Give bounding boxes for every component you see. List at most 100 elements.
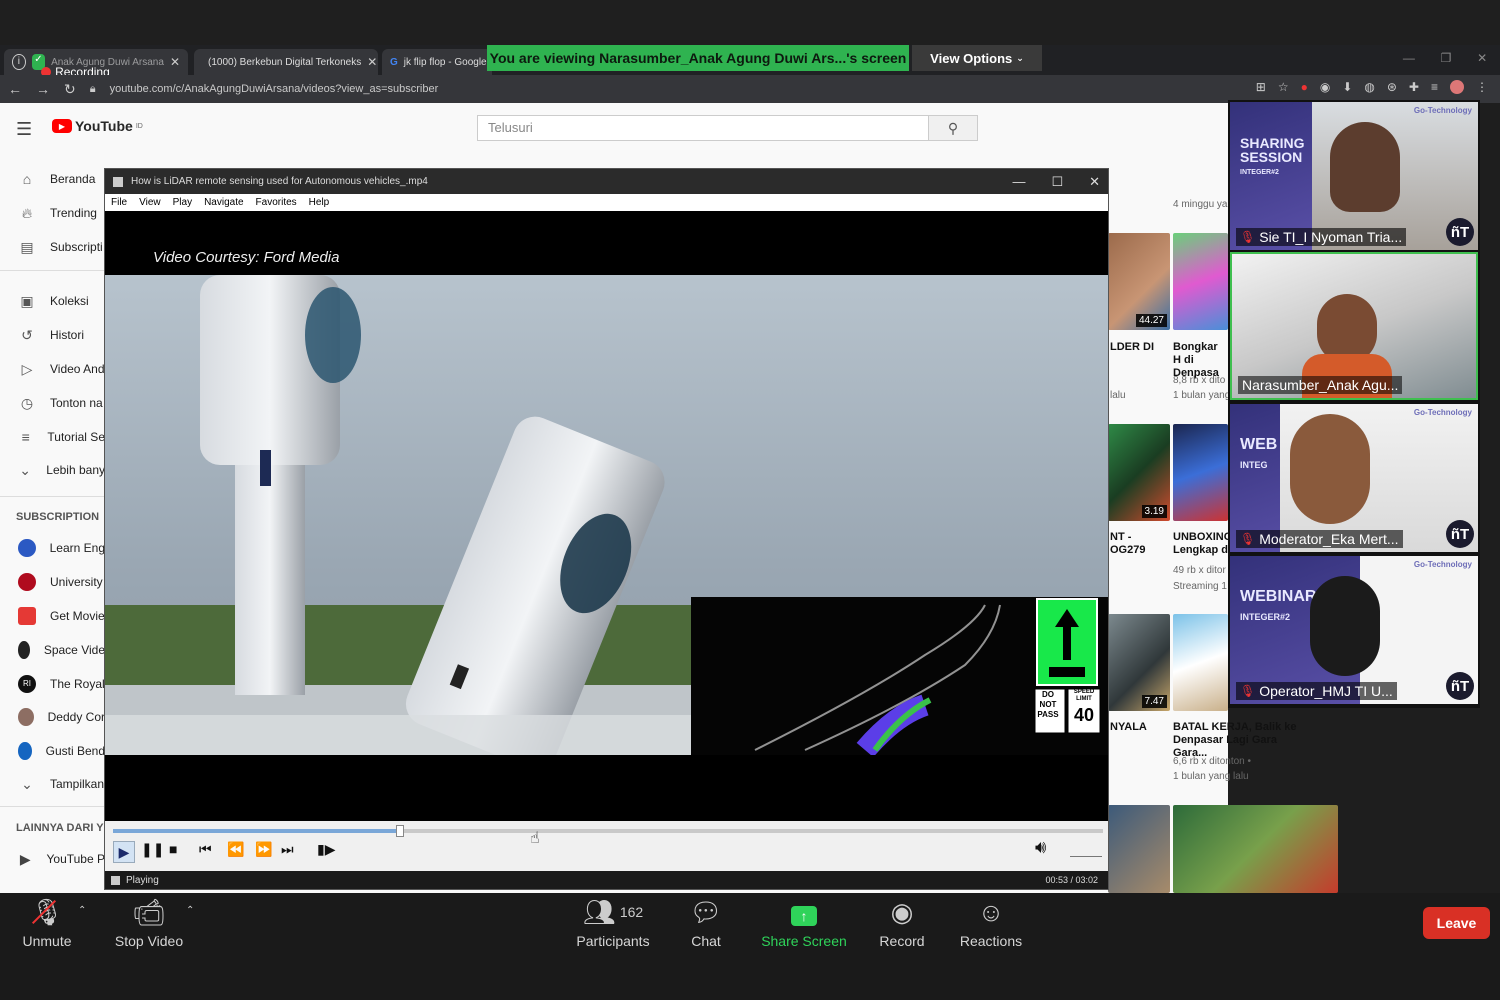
pause-icon[interactable]: ❚❚ (141, 841, 164, 858)
close-icon[interactable]: ✕ (1477, 51, 1487, 65)
skip-previous-icon[interactable]: ⏮ (199, 841, 212, 858)
chat-button[interactable]: 💬︎ Chat (661, 897, 751, 949)
volume-slider[interactable] (1070, 843, 1102, 857)
browser-tab-2[interactable]: (1000) Berkebun Digital Terkoneks ✕ (194, 49, 378, 75)
translate-icon[interactable]: ⊞ (1256, 80, 1266, 94)
reload-icon[interactable]: ↻ (64, 81, 76, 98)
search-input[interactable]: Telusuri (477, 115, 929, 141)
video-meta: 6,6 rb x ditonton • (1173, 756, 1251, 767)
menu-help[interactable]: Help (309, 197, 330, 208)
subscription-item[interactable]: Get Movie (0, 601, 105, 631)
menu-view[interactable]: View (139, 197, 161, 208)
close-tab-icon[interactable]: ✕ (170, 55, 180, 69)
sidebar-item-your-videos[interactable]: ▷ Video And (0, 354, 105, 384)
minimize-icon[interactable]: — (1012, 174, 1025, 189)
brand-label: Go-Technology (1413, 408, 1472, 417)
minimize-icon[interactable]: — (1403, 51, 1415, 65)
extension-icon[interactable]: ◍ (1364, 80, 1374, 94)
close-tab-icon[interactable]: ✕ (367, 55, 377, 69)
menu-file[interactable]: File (111, 197, 127, 208)
subscription-item[interactable]: Space Vide (0, 635, 105, 665)
profile-avatar-icon[interactable] (1450, 80, 1464, 94)
menu-favorites[interactable]: Favorites (256, 197, 297, 208)
video-title[interactable]: NT - OG279 (1110, 531, 1168, 557)
play-icon[interactable]: ▶ (113, 841, 135, 863)
poster-subtitle: INTEGER#2 (1240, 169, 1279, 176)
stop-video-button[interactable]: 📹︎ Stop Video (104, 897, 194, 949)
back-icon[interactable]: ← (8, 81, 22, 97)
video-thumbnail[interactable] (1108, 805, 1170, 893)
url-text[interactable]: youtube.com/c/AnakAgungDuwiArsana/videos… (110, 83, 439, 95)
menu-navigate[interactable]: Navigate (204, 197, 243, 208)
forward-icon[interactable]: → (36, 81, 50, 97)
participant-tile-active[interactable]: Narasumber_Anak Agu... (1230, 252, 1478, 400)
close-icon[interactable]: ✕ (1089, 174, 1100, 190)
leave-button[interactable]: Leave (1423, 907, 1490, 939)
show-more-subscriptions[interactable]: ⌄ Tampilkan (0, 769, 105, 799)
restore-icon[interactable]: ❐ (1441, 51, 1452, 65)
star-icon[interactable]: ☆ (1278, 80, 1289, 94)
participant-tile[interactable]: WEB INTEG Go-Technology ñT 🎙︎ Moderator_Ek… (1230, 404, 1478, 552)
youtube-icon: ▶ (19, 850, 31, 867)
stop-icon[interactable]: ■ (169, 841, 177, 857)
subscription-item[interactable]: Learn Eng (0, 533, 105, 563)
volume-icon[interactable]: 🔊︎ (1035, 837, 1046, 858)
kebab-menu-icon[interactable]: ⋮ (1476, 80, 1488, 94)
playlist-icon[interactable]: ≡ (1431, 80, 1438, 94)
participant-silhouette (1310, 576, 1380, 676)
seek-thumb[interactable] (396, 825, 405, 837)
subscription-item[interactable]: Deddy Cor (0, 702, 105, 732)
sidebar-item-watch-later[interactable]: ◷ Tonton na (0, 388, 105, 418)
puzzle-icon[interactable]: ✚ (1409, 80, 1419, 94)
participant-tile[interactable]: SHARING SESSION INTEGER#2 Go-Technology ñ… (1230, 102, 1478, 250)
video-thumbnail[interactable]: 44.27 (1108, 233, 1170, 330)
video-thumbnail[interactable]: 3.19 (1108, 424, 1170, 521)
subscription-item[interactable]: University (0, 567, 105, 597)
browser-tab-1[interactable]: i ✓ Anak Agung Duwi Arsana Recording ✕ (4, 49, 188, 75)
reactions-button[interactable]: ☺︎ Reactions (946, 897, 1036, 949)
video-title[interactable]: NYALA (1110, 721, 1147, 734)
download-icon[interactable]: ⬇ (1342, 80, 1352, 94)
maximize-icon[interactable]: ☐ (1051, 174, 1063, 190)
rewind-icon[interactable]: ⏪ (227, 841, 244, 858)
record-button[interactable]: ◉ Record (857, 897, 947, 949)
video-thumbnail[interactable] (1173, 424, 1228, 521)
fast-forward-icon[interactable]: ⏩ (255, 841, 272, 858)
participant-tile[interactable]: WEBINAR INTEGER#2 Go-Technology ñT 🎙︎ Oper… (1230, 556, 1478, 704)
extension-icon[interactable]: ● (1301, 80, 1308, 94)
sidebar-item-show-more[interactable]: ⌄ Lebih bany (0, 455, 105, 485)
sidebar-item-subscriptions[interactable]: ▤ Subscripti (0, 232, 105, 262)
frame-step-icon[interactable]: ▮▶ (317, 841, 335, 858)
subscription-item[interactable]: RI The Royal (0, 669, 105, 699)
seek-bar[interactable] (113, 825, 1103, 837)
sidebar-item-trending[interactable]: 🔥︎ Trending (0, 198, 105, 228)
video-caption: Video Courtesy: Ford Media (153, 249, 340, 266)
sidebar-item-library[interactable]: ▣ Koleksi (0, 286, 105, 316)
share-screen-button[interactable]: ↑ Share Screen (759, 897, 849, 949)
video-frame[interactable]: Video Courtesy: Ford Media DO NOT PASS S… (105, 211, 1108, 821)
youtube-logo[interactable]: ▶ YouTube ID (52, 118, 143, 134)
participants-button[interactable]: 👥︎ 162 Participants (568, 897, 658, 949)
extension-icon[interactable]: ⊛ (1387, 80, 1397, 94)
audio-options-chevron-icon[interactable]: ⌃ (78, 905, 86, 916)
search-button[interactable]: ⚲ (928, 115, 978, 141)
window-controls: — ❐ ✕ (1390, 45, 1500, 71)
subscription-item[interactable]: Gusti Bend (0, 736, 105, 766)
video-thumbnail[interactable]: 7.47 (1108, 614, 1170, 711)
skip-next-icon[interactable]: ⏭ (281, 841, 294, 858)
view-options-button[interactable]: View Options ⌄ (912, 45, 1042, 71)
video-options-chevron-icon[interactable]: ⌃ (186, 905, 194, 916)
video-thumbnail[interactable] (1173, 805, 1338, 893)
extension-icon[interactable]: ◉ (1320, 80, 1330, 94)
sidebar-item-playlist[interactable]: ≡ Tutorial Se (0, 422, 105, 452)
video-thumbnail[interactable] (1173, 614, 1228, 711)
video-title[interactable]: UNBOXING Lengkap d (1173, 531, 1228, 557)
video-title[interactable]: LDER DI (1110, 341, 1154, 354)
sidebar-item-history[interactable]: ↺ Histori (0, 320, 105, 350)
video-thumbnail[interactable] (1173, 233, 1228, 330)
hamburger-menu-icon[interactable]: ☰ (16, 119, 32, 140)
menu-play[interactable]: Play (173, 197, 192, 208)
sidebar-item-youtube-premium[interactable]: ▶ YouTube P (0, 844, 105, 874)
sidebar-item-home[interactable]: ⌂ Beranda (0, 164, 105, 194)
browser-tab-3[interactable]: G jk flip flop - Google (382, 49, 492, 75)
